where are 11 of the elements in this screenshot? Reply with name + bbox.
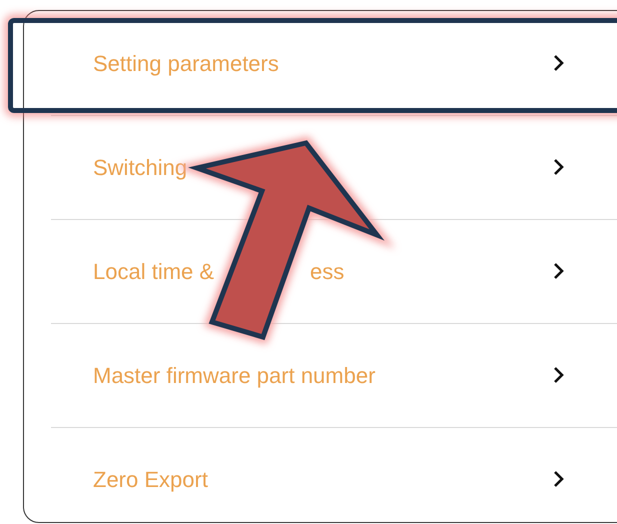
chevron-right-icon[interactable]	[553, 54, 565, 72]
menu-item-label: Zero Export	[93, 466, 208, 494]
menu-item-label: Master firmware part number	[93, 362, 376, 390]
menu-item-label: Local time &	[93, 258, 214, 286]
chevron-right-icon[interactable]	[553, 366, 565, 384]
chevron-right-icon[interactable]	[553, 262, 565, 280]
menu-item-label: Setting parameters	[93, 50, 279, 78]
chevron-right-icon[interactable]	[553, 158, 565, 176]
chevron-right-icon[interactable]	[553, 470, 565, 488]
menu-item-label: ess	[310, 258, 344, 286]
menu-item-label: Switching	[93, 154, 188, 182]
